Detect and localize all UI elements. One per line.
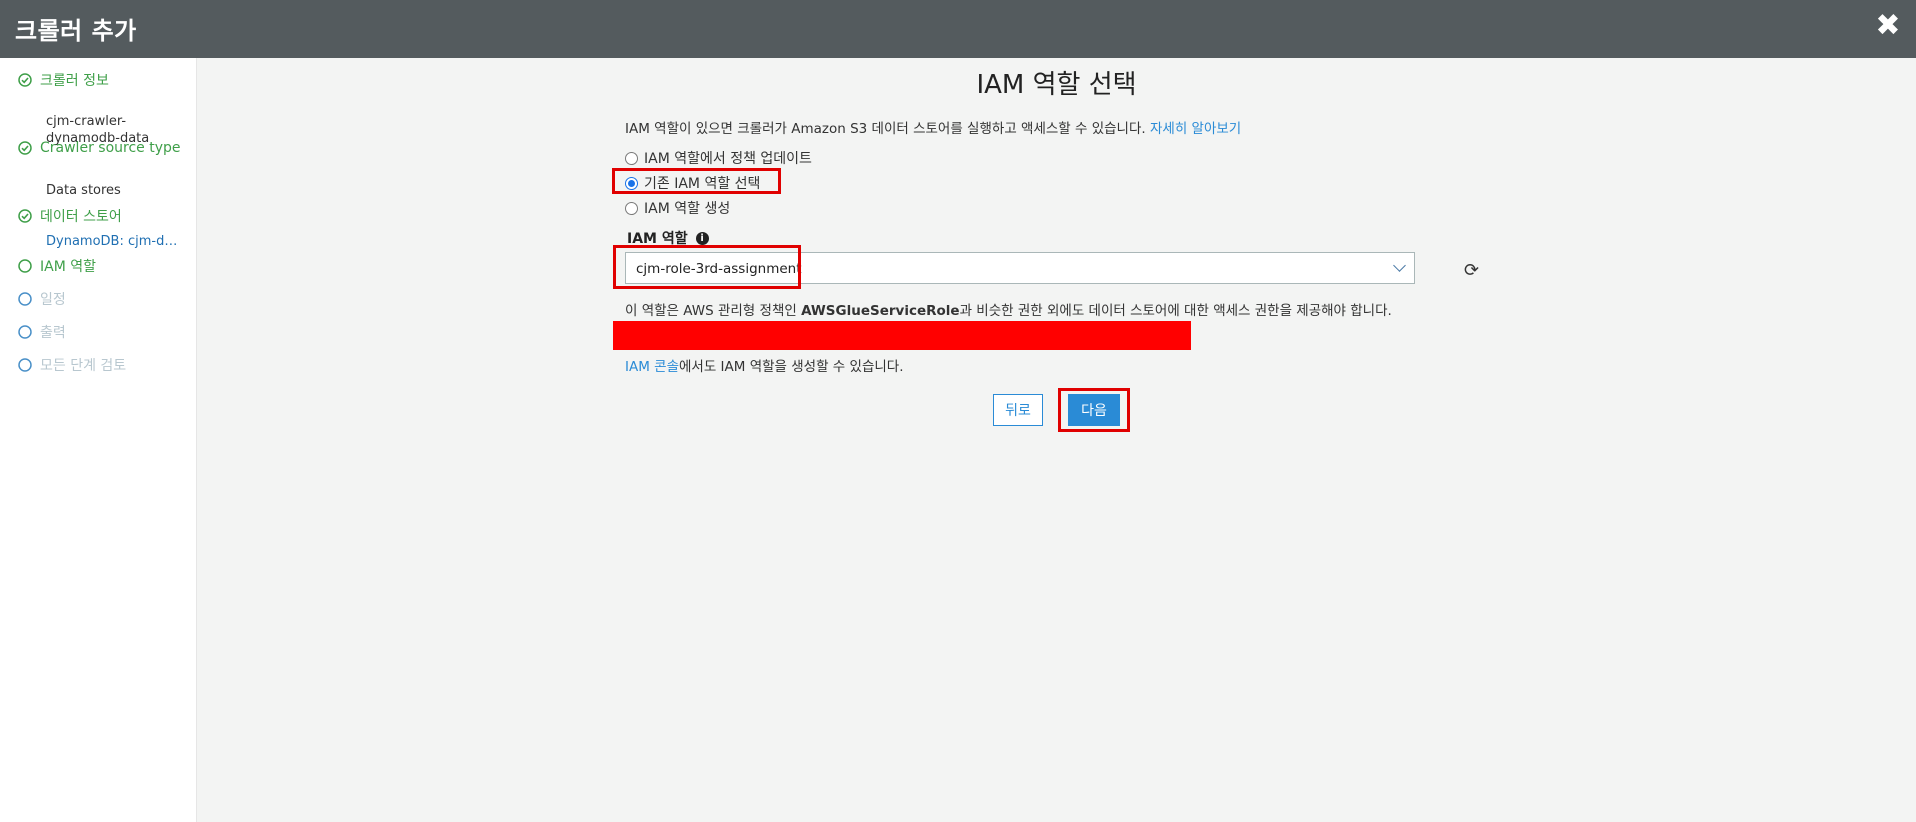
radio-create-role[interactable]: IAM 역할 생성 xyxy=(625,198,730,218)
radio-label: IAM 역할에서 정책 업데이트 xyxy=(644,151,812,167)
header-bar: 크롤러 추가 ✖ xyxy=(0,0,1916,58)
step-label: 일정 xyxy=(40,292,66,308)
step-label: 크롤러 정보 xyxy=(40,73,109,89)
step-label: 모든 단계 검토 xyxy=(40,358,127,374)
step-output: 출력 xyxy=(18,322,66,342)
step-crawler-info[interactable]: 크롤러 정보 xyxy=(18,70,109,90)
step-label: IAM 역할 xyxy=(40,259,96,275)
radio-icon[interactable] xyxy=(625,151,638,165)
info-icon[interactable]: i xyxy=(695,231,709,245)
step-iam-role[interactable]: IAM 역할 xyxy=(18,256,96,276)
console-note: IAM 콘솔에서도 IAM 역할을 생성할 수 있습니다. xyxy=(625,359,904,375)
highlight-box xyxy=(612,168,781,194)
circle-icon xyxy=(18,292,32,306)
description-text: IAM 역할이 있으면 크롤러가 Amazon S3 데이터 스토어를 실행하고… xyxy=(625,121,1242,137)
wizard-sidebar: 크롤러 정보 cjm-crawler-dynamodb-data Crawler… xyxy=(0,58,197,822)
step-label: Crawler source type xyxy=(40,140,181,156)
step-schedule: 일정 xyxy=(18,289,66,309)
learn-more-link[interactable]: 자세히 알아보기 xyxy=(1150,121,1241,137)
chevron-down-icon xyxy=(1393,259,1406,272)
refresh-icon[interactable]: ⟳ xyxy=(1464,260,1479,281)
back-button[interactable]: 뒤로 xyxy=(993,394,1043,426)
radio-icon[interactable] xyxy=(625,201,638,215)
circle-icon xyxy=(18,325,32,339)
policy-note: 이 역할은 AWS 관리형 정책인 AWSGlueServiceRole과 비슷… xyxy=(625,303,1392,319)
highlight-box xyxy=(613,245,801,289)
iam-console-link[interactable]: IAM 콘솔 xyxy=(625,359,679,375)
check-circle-icon xyxy=(18,73,32,87)
close-icon[interactable]: ✖ xyxy=(1872,10,1904,42)
page-title: IAM 역할 선택 xyxy=(976,70,1137,100)
redacted-block xyxy=(613,321,1191,350)
radio-update-policy[interactable]: IAM 역할에서 정책 업데이트 xyxy=(625,148,812,168)
radio-label: IAM 역할 생성 xyxy=(644,201,731,217)
step-review: 모든 단계 검토 xyxy=(18,355,126,375)
step-data-store[interactable]: 데이터 스토어 xyxy=(18,206,122,226)
step-label: 데이터 스토어 xyxy=(40,209,122,225)
main-content: IAM 역할 선택 IAM 역할이 있으면 크롤러가 Amazon S3 데이터… xyxy=(197,58,1916,822)
circle-icon xyxy=(18,358,32,372)
circle-icon xyxy=(18,259,32,273)
highlight-box xyxy=(1058,388,1130,432)
step-source-type[interactable]: Crawler source type xyxy=(18,140,181,156)
step-sub-source-type: Data stores xyxy=(46,183,121,198)
step-sub-data-store-link[interactable]: DynamoDB: cjm-dy... xyxy=(46,233,180,250)
step-label: 출력 xyxy=(40,325,66,341)
check-circle-icon xyxy=(18,141,32,155)
check-circle-icon xyxy=(18,209,32,223)
page-header-title: 크롤러 추가 xyxy=(15,17,137,45)
